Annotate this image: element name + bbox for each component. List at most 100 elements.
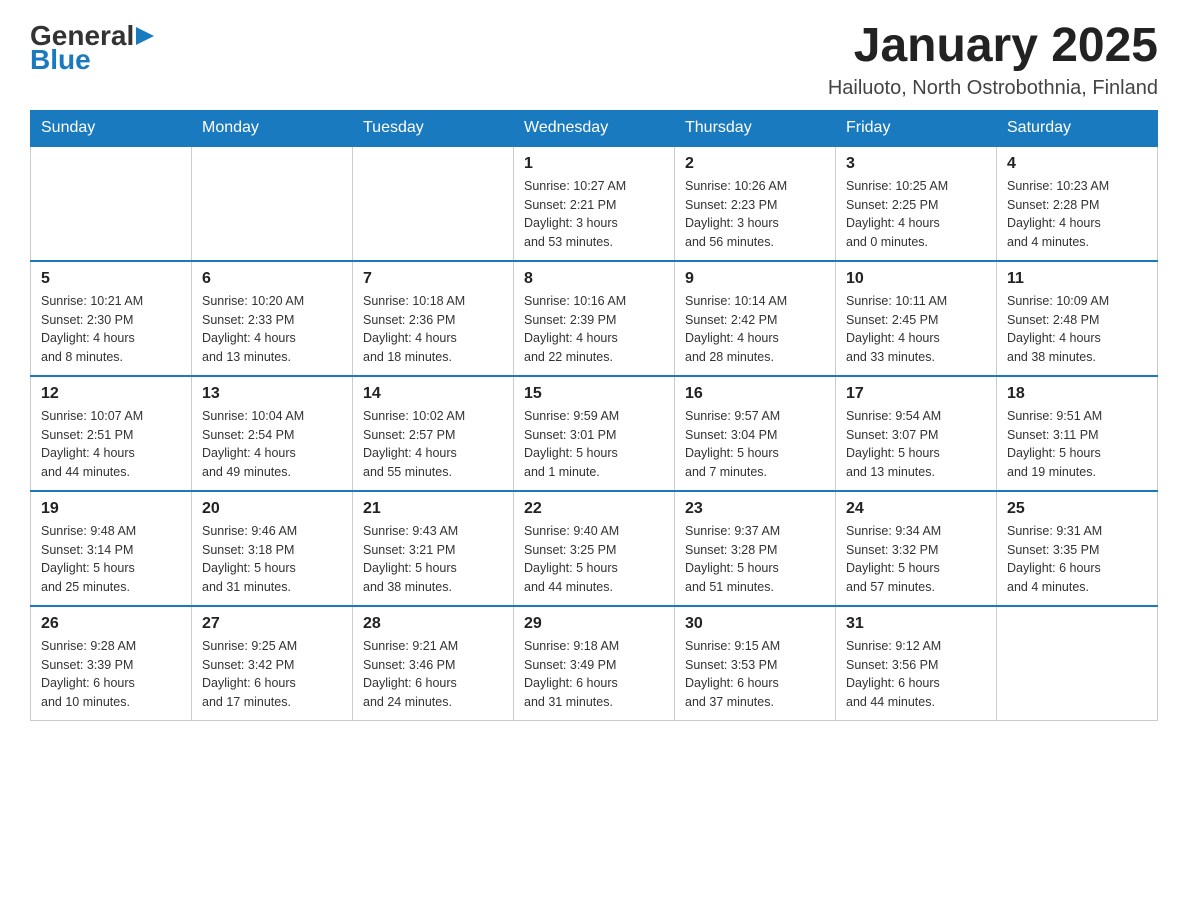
calendar-header-row: SundayMondayTuesdayWednesdayThursdayFrid… <box>31 110 1158 146</box>
day-info: Sunrise: 10:25 AM Sunset: 2:25 PM Daylig… <box>846 177 986 252</box>
calendar-week-row: 26 Sunrise: 9:28 AM Sunset: 3:39 PM Dayli… <box>31 606 1158 721</box>
day-info: Sunrise: 9:31 AM Sunset: 3:35 PM Dayligh… <box>1007 522 1147 597</box>
calendar-week-row: 5 Sunrise: 10:21 AM Sunset: 2:30 PM Dayli… <box>31 261 1158 376</box>
calendar-cell: 30 Sunrise: 9:15 AM Sunset: 3:53 PM Dayli… <box>675 606 836 721</box>
calendar-cell: 23 Sunrise: 9:37 AM Sunset: 3:28 PM Dayli… <box>675 491 836 606</box>
day-info: Sunrise: 9:25 AM Sunset: 3:42 PM Dayligh… <box>202 637 342 712</box>
day-number: 15 <box>524 385 664 403</box>
day-info: Sunrise: 9:46 AM Sunset: 3:18 PM Dayligh… <box>202 522 342 597</box>
day-number: 16 <box>685 385 825 403</box>
calendar-cell: 4 Sunrise: 10:23 AM Sunset: 2:28 PM Dayli… <box>997 146 1158 261</box>
day-info: Sunrise: 9:43 AM Sunset: 3:21 PM Dayligh… <box>363 522 503 597</box>
day-number: 4 <box>1007 155 1147 173</box>
calendar-cell: 3 Sunrise: 10:25 AM Sunset: 2:25 PM Dayli… <box>836 146 997 261</box>
logo-arrow-icon <box>136 27 154 45</box>
calendar-cell: 22Sunrise: 9:40 AM Sunset: 3:25 PM Dayli… <box>514 491 675 606</box>
calendar-cell: 29 Sunrise: 9:18 AM Sunset: 3:49 PM Dayli… <box>514 606 675 721</box>
calendar-cell: 9 Sunrise: 10:14 AM Sunset: 2:42 PM Dayli… <box>675 261 836 376</box>
day-info: Sunrise: 9:54 AM Sunset: 3:07 PM Dayligh… <box>846 407 986 482</box>
day-info: Sunrise: 9:51 AM Sunset: 3:11 PM Dayligh… <box>1007 407 1147 482</box>
page-header: General Blue January 2025 Hailuoto, Nort… <box>30 20 1158 100</box>
calendar-header-wednesday: Wednesday <box>514 110 675 146</box>
calendar-cell: 21 Sunrise: 9:43 AM Sunset: 3:21 PM Dayli… <box>353 491 514 606</box>
calendar-cell: 20 Sunrise: 9:46 AM Sunset: 3:18 PM Dayli… <box>192 491 353 606</box>
day-number: 27 <box>202 615 342 633</box>
day-info: Sunrise: 10:04 AM Sunset: 2:54 PM Daylig… <box>202 407 342 482</box>
day-number: 24 <box>846 500 986 518</box>
day-number: 7 <box>363 270 503 288</box>
calendar-cell: 26 Sunrise: 9:28 AM Sunset: 3:39 PM Dayli… <box>31 606 192 721</box>
calendar-cell: 1 Sunrise: 10:27 AM Sunset: 2:21 PM Dayli… <box>514 146 675 261</box>
day-number: 8 <box>524 270 664 288</box>
day-info: Sunrise: 9:12 AM Sunset: 3:56 PM Dayligh… <box>846 637 986 712</box>
calendar-subtitle: Hailuoto, North Ostrobothnia, Finland <box>828 77 1158 100</box>
day-info: Sunrise: 9:37 AM Sunset: 3:28 PM Dayligh… <box>685 522 825 597</box>
day-info: Sunrise: 10:18 AM Sunset: 2:36 PM Daylig… <box>363 292 503 367</box>
day-info: Sunrise: 9:57 AM Sunset: 3:04 PM Dayligh… <box>685 407 825 482</box>
calendar-cell: 15 Sunrise: 9:59 AM Sunset: 3:01 PM Dayli… <box>514 376 675 491</box>
day-number: 25 <box>1007 500 1147 518</box>
day-number: 6 <box>202 270 342 288</box>
calendar-cell: 5 Sunrise: 10:21 AM Sunset: 2:30 PM Dayli… <box>31 261 192 376</box>
day-number: 19 <box>41 500 181 518</box>
day-info: Sunrise: 10:21 AM Sunset: 2:30 PM Daylig… <box>41 292 181 367</box>
day-info: Sunrise: 10:23 AM Sunset: 2:28 PM Daylig… <box>1007 177 1147 252</box>
day-info: Sunrise: 9:15 AM Sunset: 3:53 PM Dayligh… <box>685 637 825 712</box>
day-info: Sunrise: 9:18 AM Sunset: 3:49 PM Dayligh… <box>524 637 664 712</box>
logo-blue: Blue <box>30 44 91 76</box>
logo: General Blue <box>30 20 154 76</box>
calendar-header-saturday: Saturday <box>997 110 1158 146</box>
calendar-header-thursday: Thursday <box>675 110 836 146</box>
day-number: 26 <box>41 615 181 633</box>
calendar-cell: 10Sunrise: 10:11 AM Sunset: 2:45 PM Dayl… <box>836 261 997 376</box>
day-number: 14 <box>363 385 503 403</box>
day-info: Sunrise: 10:07 AM Sunset: 2:51 PM Daylig… <box>41 407 181 482</box>
day-number: 3 <box>846 155 986 173</box>
day-info: Sunrise: 9:59 AM Sunset: 3:01 PM Dayligh… <box>524 407 664 482</box>
calendar-header-monday: Monday <box>192 110 353 146</box>
day-number: 31 <box>846 615 986 633</box>
day-info: Sunrise: 10:14 AM Sunset: 2:42 PM Daylig… <box>685 292 825 367</box>
day-number: 30 <box>685 615 825 633</box>
calendar-cell: 6 Sunrise: 10:20 AM Sunset: 2:33 PM Dayli… <box>192 261 353 376</box>
calendar-cell: 24 Sunrise: 9:34 AM Sunset: 3:32 PM Dayli… <box>836 491 997 606</box>
calendar-cell: 27 Sunrise: 9:25 AM Sunset: 3:42 PM Dayli… <box>192 606 353 721</box>
title-area: January 2025 Hailuoto, North Ostrobothni… <box>828 20 1158 100</box>
calendar-cell: 11Sunrise: 10:09 AM Sunset: 2:48 PM Dayl… <box>997 261 1158 376</box>
calendar-cell: 13Sunrise: 10:04 AM Sunset: 2:54 PM Dayl… <box>192 376 353 491</box>
day-number: 28 <box>363 615 503 633</box>
day-info: Sunrise: 9:21 AM Sunset: 3:46 PM Dayligh… <box>363 637 503 712</box>
calendar-cell: 12Sunrise: 10:07 AM Sunset: 2:51 PM Dayl… <box>31 376 192 491</box>
day-info: Sunrise: 10:20 AM Sunset: 2:33 PM Daylig… <box>202 292 342 367</box>
calendar-cell: 8 Sunrise: 10:16 AM Sunset: 2:39 PM Dayli… <box>514 261 675 376</box>
day-number: 21 <box>363 500 503 518</box>
day-number: 1 <box>524 155 664 173</box>
calendar-week-row: 1 Sunrise: 10:27 AM Sunset: 2:21 PM Dayli… <box>31 146 1158 261</box>
calendar-cell: 17 Sunrise: 9:54 AM Sunset: 3:07 PM Dayli… <box>836 376 997 491</box>
day-info: Sunrise: 9:34 AM Sunset: 3:32 PM Dayligh… <box>846 522 986 597</box>
calendar-week-row: 12Sunrise: 10:07 AM Sunset: 2:51 PM Dayl… <box>31 376 1158 491</box>
day-number: 20 <box>202 500 342 518</box>
day-info: Sunrise: 10:26 AM Sunset: 2:23 PM Daylig… <box>685 177 825 252</box>
day-number: 5 <box>41 270 181 288</box>
calendar-week-row: 19Sunrise: 9:48 AM Sunset: 3:14 PM Dayli… <box>31 491 1158 606</box>
day-info: Sunrise: 10:27 AM Sunset: 2:21 PM Daylig… <box>524 177 664 252</box>
calendar-cell: 25 Sunrise: 9:31 AM Sunset: 3:35 PM Dayli… <box>997 491 1158 606</box>
calendar-table: SundayMondayTuesdayWednesdayThursdayFrid… <box>30 110 1158 721</box>
day-number: 9 <box>685 270 825 288</box>
calendar-cell: 14 Sunrise: 10:02 AM Sunset: 2:57 PM Dayl… <box>353 376 514 491</box>
calendar-cell <box>31 146 192 261</box>
calendar-cell: 2 Sunrise: 10:26 AM Sunset: 2:23 PM Dayli… <box>675 146 836 261</box>
day-number: 2 <box>685 155 825 173</box>
day-number: 17 <box>846 385 986 403</box>
day-info: Sunrise: 9:40 AM Sunset: 3:25 PM Dayligh… <box>524 522 664 597</box>
calendar-title: January 2025 <box>828 20 1158 73</box>
calendar-cell: 16 Sunrise: 9:57 AM Sunset: 3:04 PM Dayli… <box>675 376 836 491</box>
calendar-header-friday: Friday <box>836 110 997 146</box>
day-info: Sunrise: 9:28 AM Sunset: 3:39 PM Dayligh… <box>41 637 181 712</box>
day-number: 23 <box>685 500 825 518</box>
day-number: 29 <box>524 615 664 633</box>
day-info: Sunrise: 10:02 AM Sunset: 2:57 PM Daylig… <box>363 407 503 482</box>
day-number: 10 <box>846 270 986 288</box>
day-info: Sunrise: 10:16 AM Sunset: 2:39 PM Daylig… <box>524 292 664 367</box>
